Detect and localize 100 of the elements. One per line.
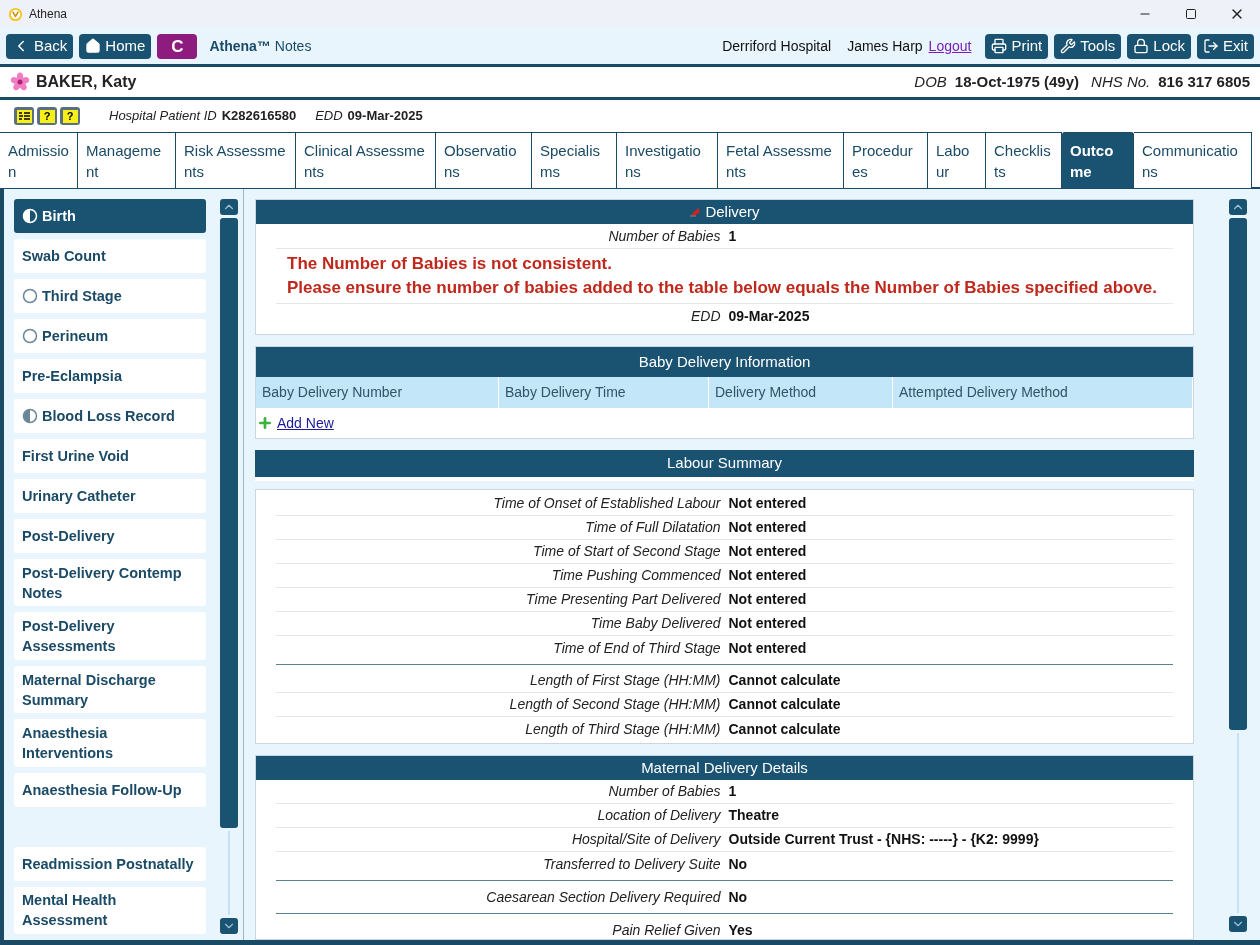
tab[interactable]: Investigations [617,132,718,188]
scroll-down-button[interactable] [1229,916,1247,932]
tab[interactable]: Risk Assessments [176,132,296,188]
back-button[interactable]: Back [6,33,74,59]
dob-value: 18-Oct-1975 (49y) [954,71,1080,92]
lock-button[interactable]: Lock [1127,33,1191,59]
sidebar-item[interactable]: First Urine Void [14,439,206,473]
sidebar-item[interactable]: Post-Delivery Assessments [14,612,206,660]
nhs-value: 816 317 6805 [1158,71,1250,92]
field-value: 1 [728,782,738,801]
field-label: Pain Relief Given [611,920,721,940]
sidebar-item[interactable]: Maternal Discharge Summary [14,665,206,714]
field-value: Cannot calculate [728,719,842,739]
field-label: Caesarean Section Delivery Required [485,887,721,907]
field-value: Yes [728,920,754,940]
tab[interactable]: Observations [436,132,532,188]
field-label: Hospital/Site of Delivery [570,830,721,849]
sidebar-item[interactable]: Birth [14,199,206,233]
section-header: Delivery [256,200,1193,224]
window-title: Athena [29,6,68,23]
wrench-icon [1060,38,1077,54]
tab[interactable]: Fetal Assessments [718,132,844,188]
app-logo-icon [8,6,23,22]
dob-label: DOB [914,71,947,92]
field-label: Time of End of Third Stage [552,638,721,658]
field-label: Length of Second Stage (HH:MM) [508,695,721,714]
tab[interactable]: Specialisms [532,132,617,188]
field-value: Not entered [728,494,808,513]
home-button[interactable]: Home [79,33,152,59]
tab[interactable]: Management [78,132,176,188]
marker-icon [689,207,702,217]
scroll-down-button[interactable] [220,918,238,934]
column-header: Delivery Method [709,377,893,408]
app-name: Athena™ [209,36,271,56]
section-header: Labour Summary [255,450,1194,481]
field-value: Not entered [728,590,808,609]
field-label: Time of Start of Second Stage [532,542,721,561]
section-header: Maternal Delivery Details [256,756,1193,780]
field-label: EDD [689,306,721,326]
scroll-up-button[interactable] [1229,199,1247,215]
column-header: Baby Delivery Number [256,377,499,408]
field-label: Time of Full Dilatation [584,518,721,537]
section-header: Baby Delivery Information [256,347,1193,377]
tab[interactable]: Communications [1134,132,1252,188]
error-message: Please ensure the number of babies added to the table below equals the Number of Babies specified above. [287,277,1159,299]
sidebar-item[interactable]: Readmission Postnatally [14,846,206,881]
sidebar-item[interactable]: Pre-Eclampsia [14,359,206,393]
tab[interactable]: Labour [928,132,986,188]
list-badge-icon[interactable] [14,107,34,125]
column-header: Baby Delivery Time [499,377,709,408]
field-label: Length of Third Stage (HH:MM) [524,719,721,739]
sidebar-item[interactable]: Blood Loss Record [14,399,206,433]
field-value: No [728,854,749,874]
sidebar-item[interactable]: Post-Delivery [14,519,206,553]
logout-link[interactable]: Logout [928,35,972,57]
field-value: Not entered [728,638,808,658]
field-value: No [728,887,749,907]
sidebar-item[interactable]: Perineum [14,319,206,353]
sidebar-item[interactable]: Post-Delivery Contemp Notes [14,559,206,607]
sidebar-item[interactable]: Swab Count [14,239,206,273]
tab[interactable]: Procedures [844,132,928,188]
flower-icon [10,72,30,92]
field-label: Transferred to Delivery Suite [542,854,721,874]
printer-icon [991,38,1008,54]
tools-button[interactable]: Tools [1054,33,1122,59]
patient-id-value: K282616580 [221,107,297,126]
tab[interactable]: Clinical Assessments [296,132,436,188]
sidebar-item[interactable]: Urinary Catheter [14,479,206,513]
column-header: Attempted Delivery Method [893,377,1193,408]
field-label: Time Pushing Commenced [550,566,721,585]
edd-label: EDD [315,107,343,126]
field-value: Not entered [728,542,808,561]
help-badge[interactable]: ? [60,107,80,125]
exit-button[interactable]: Exit [1197,33,1254,59]
field-label: Time of Onset of Established Labour [492,494,721,513]
sidebar-item[interactable]: Third Stage [14,279,206,313]
tab[interactable]: Outcome [1062,132,1134,188]
home-help-badge[interactable]: ? [37,107,57,125]
sidebar-item[interactable]: Mental Health Assessment [14,886,206,935]
error-message: The Number of Babies is not consistent. [287,253,613,275]
add-new-link[interactable]: Add New [277,412,334,434]
edd-value: 09-Mar-2025 [347,107,423,126]
tab[interactable]: Checklists [986,132,1062,188]
field-value: Not entered [728,518,808,537]
field-value: 1 [728,226,738,246]
scroll-thumb[interactable] [1229,218,1247,730]
tab[interactable]: Admission [0,132,78,188]
home-icon [85,38,102,54]
field-value: Theatre [728,806,781,825]
scroll-thumb[interactable] [220,218,238,828]
lock-icon [1133,38,1150,54]
c-button[interactable]: C [157,33,198,59]
field-label: Length of First Stage (HH:MM) [528,671,721,690]
sidebar-item[interactable]: Anaesthesia Interventions [14,719,206,767]
user-name: James Harp [847,36,923,56]
field-value: Not entered [728,614,808,633]
patient-name: BAKER, Katy [36,72,137,92]
print-button[interactable]: Print [985,33,1049,59]
sidebar-item[interactable]: Anaesthesia Follow-Up [14,772,206,807]
scroll-up-button[interactable] [220,199,238,215]
